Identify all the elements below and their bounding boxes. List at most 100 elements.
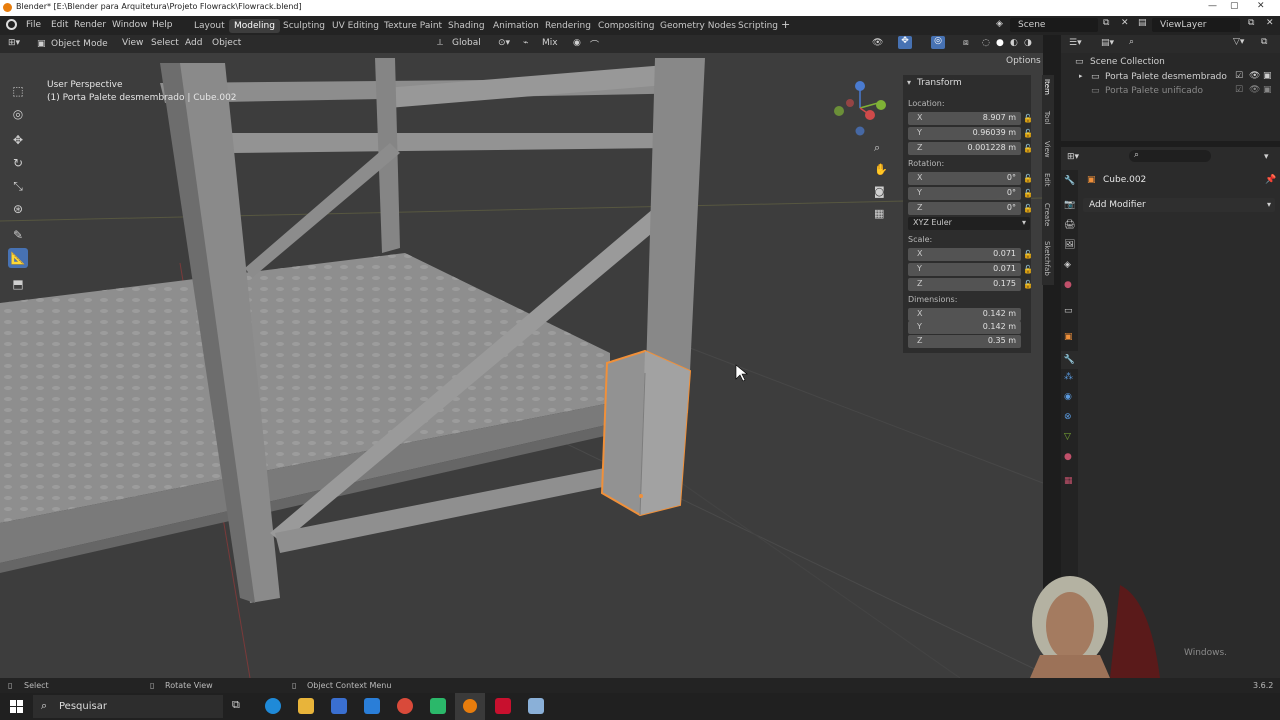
menu-window[interactable]: Window [112, 20, 148, 30]
shading-wireframe-icon[interactable]: ◌ [982, 38, 990, 48]
new-view-layer-icon[interactable]: ⧉ [1248, 18, 1254, 28]
options-button[interactable]: Options ▾ [1006, 56, 1043, 66]
dimensions-z-field[interactable]: Z 0.35 m [908, 335, 1021, 348]
scene-selector[interactable]: Scene [1010, 18, 1098, 32]
menu-view[interactable]: View [122, 38, 143, 48]
location-x-field[interactable]: X 8.907 m [908, 112, 1021, 125]
lock-icon[interactable]: 🔓 [1023, 280, 1033, 289]
location-y-field[interactable]: Y 0.96039 m [908, 127, 1021, 140]
new-scene-icon[interactable]: ⧉ [1103, 18, 1109, 28]
modifier-tab-icon[interactable]: 🔧 [1061, 351, 1078, 369]
delete-scene-icon[interactable]: ✕ [1121, 18, 1129, 28]
scale-icon[interactable]: ⤡ [8, 176, 28, 196]
autocad-icon[interactable] [495, 698, 511, 714]
visibility-icon[interactable]: 👁 [872, 38, 883, 48]
tab-item[interactable]: Item [1043, 79, 1051, 95]
shading-material-icon[interactable]: ◐ [1010, 38, 1018, 48]
move-icon[interactable]: ✥ [8, 130, 28, 150]
dimensions-x-field[interactable]: X 0.142 m [908, 308, 1021, 321]
tab-sculpting[interactable]: Sculpting [278, 19, 330, 33]
chevron-down-icon[interactable]: ▾ [1264, 152, 1269, 162]
world-tab-icon[interactable]: ● [1064, 280, 1072, 290]
perspective-toggle-icon[interactable]: ▦ [874, 207, 884, 220]
data-tab-icon[interactable]: ▽ [1064, 432, 1071, 442]
mode-dropdown[interactable]: ▣ Object Mode [34, 37, 114, 51]
checkbox-icon[interactable]: ☑ [1235, 85, 1243, 95]
store-icon[interactable] [331, 698, 347, 714]
shading-solid-icon[interactable]: ● [996, 38, 1004, 48]
proportional-edit-icon[interactable]: ◉ [573, 38, 581, 48]
zoom-icon[interactable]: ⌕ [874, 141, 880, 155]
chrome-icon[interactable] [397, 698, 413, 714]
scene-collection-item[interactable]: Scene Collection [1090, 57, 1165, 67]
shading-rendered-icon[interactable]: ◑ [1024, 38, 1032, 48]
overlay-toggle-icon[interactable]: ◎ [931, 36, 945, 49]
physics-tab-icon[interactable]: ◉ [1064, 392, 1072, 402]
view-layer-tab-icon[interactable]: 🖼 [1064, 240, 1075, 250]
particles-tab-icon[interactable]: ⁂ [1064, 372, 1073, 382]
orientation-dropdown[interactable]: Global [452, 38, 481, 48]
tab-layout[interactable]: Layout [189, 19, 230, 33]
outliner-item-row[interactable]: ▭ Porta Palete unificado ☑ 👁 ▣ [1061, 84, 1280, 98]
camera-view-icon[interactable]: ◙ [874, 185, 885, 198]
dimensions-y-field[interactable]: Y 0.142 m [908, 321, 1021, 334]
collection-tab-icon[interactable]: ▭ [1064, 306, 1073, 316]
lock-icon[interactable]: 🔓 [1023, 204, 1033, 213]
view-layer-selector[interactable]: ViewLayer [1152, 18, 1240, 32]
menu-edit[interactable]: Edit [51, 20, 68, 30]
tab-tool[interactable]: Tool [1043, 111, 1051, 125]
tab-texture-paint[interactable]: Texture Paint [379, 19, 447, 33]
display-mode-icon[interactable]: ▤▾ [1101, 38, 1114, 48]
rotation-mode-dropdown[interactable]: XYZ Euler ▾ [908, 217, 1030, 230]
add-cube-icon[interactable]: ⬒ [8, 274, 28, 294]
properties-search-input[interactable]: ⌕ [1129, 150, 1211, 162]
minimize-button[interactable]: — [1208, 1, 1217, 11]
camera-icon[interactable]: ▣ [1263, 85, 1272, 95]
tab-sketchfab[interactable]: Sketchfab [1043, 241, 1051, 276]
blender-menu-icon[interactable] [6, 19, 17, 30]
3d-viewport[interactable]: User Perspective (1) Porta Palete desmem… [0, 53, 1043, 678]
lock-icon[interactable]: 🔓 [1023, 265, 1033, 274]
tab-scripting[interactable]: Scripting [733, 19, 783, 33]
texture-tab-icon[interactable]: ▦ [1064, 476, 1073, 486]
transform-icon[interactable]: ⊛ [8, 199, 28, 219]
start-icon[interactable] [10, 700, 23, 713]
close-button[interactable]: ✕ [1257, 1, 1265, 11]
snap-mode-dropdown[interactable]: Mix [542, 38, 558, 48]
tab-geometry-nodes[interactable]: Geometry Nodes [655, 19, 741, 33]
checkbox-icon[interactable]: ☑ [1235, 71, 1243, 81]
search-icon[interactable]: ⌕ [1129, 37, 1134, 47]
task-view-icon[interactable]: ⧉ [232, 698, 248, 714]
taskbar-search-box[interactable]: ⌕ Pesquisar [33, 695, 223, 718]
scale-z-field[interactable]: Z 0.175 [908, 278, 1021, 291]
rotation-z-field[interactable]: Z 0° [908, 202, 1021, 215]
edge-icon[interactable] [265, 698, 281, 714]
rotation-y-field[interactable]: Y 0° [908, 187, 1021, 200]
lock-icon[interactable]: 🔓 [1023, 114, 1033, 123]
tab-edit[interactable]: Edit [1043, 173, 1051, 187]
rotate-icon[interactable]: ↻ [8, 153, 28, 173]
app-icon[interactable] [528, 698, 544, 714]
menu-add[interactable]: Add [185, 38, 202, 48]
editor-type-icon[interactable]: ⊞▾ [8, 38, 20, 48]
tool-tab-icon[interactable]: 🔧 [1064, 176, 1075, 186]
annotate-icon[interactable]: ✎ [8, 225, 28, 245]
expand-icon[interactable]: ▸ [1079, 72, 1083, 80]
add-workspace-icon[interactable]: + [781, 18, 790, 31]
pivot-icon[interactable]: ⊙▾ [498, 38, 510, 48]
pan-hand-icon[interactable]: ✋ [874, 163, 888, 176]
file-explorer-icon[interactable] [298, 698, 314, 714]
camera-icon[interactable]: ▣ [1263, 71, 1272, 81]
select-box-icon[interactable]: ⬚ [8, 81, 28, 101]
gizmo-toggle-icon[interactable]: ✥ [898, 36, 912, 49]
eye-icon[interactable]: 👁 [1249, 71, 1260, 81]
scene-tab-icon[interactable]: ◈ [1064, 260, 1071, 270]
lock-icon[interactable]: 🔓 [1023, 129, 1033, 138]
delete-view-layer-icon[interactable]: ✕ [1266, 18, 1274, 28]
measure-icon[interactable]: 📐 [8, 248, 28, 268]
tab-create[interactable]: Create [1043, 203, 1051, 226]
add-modifier-dropdown[interactable]: Add Modifier ▾ [1083, 198, 1275, 212]
tab-view[interactable]: View [1043, 141, 1051, 158]
output-tab-icon[interactable]: 🖨 [1064, 220, 1075, 230]
object-tab-icon[interactable]: ▣ [1064, 332, 1073, 342]
